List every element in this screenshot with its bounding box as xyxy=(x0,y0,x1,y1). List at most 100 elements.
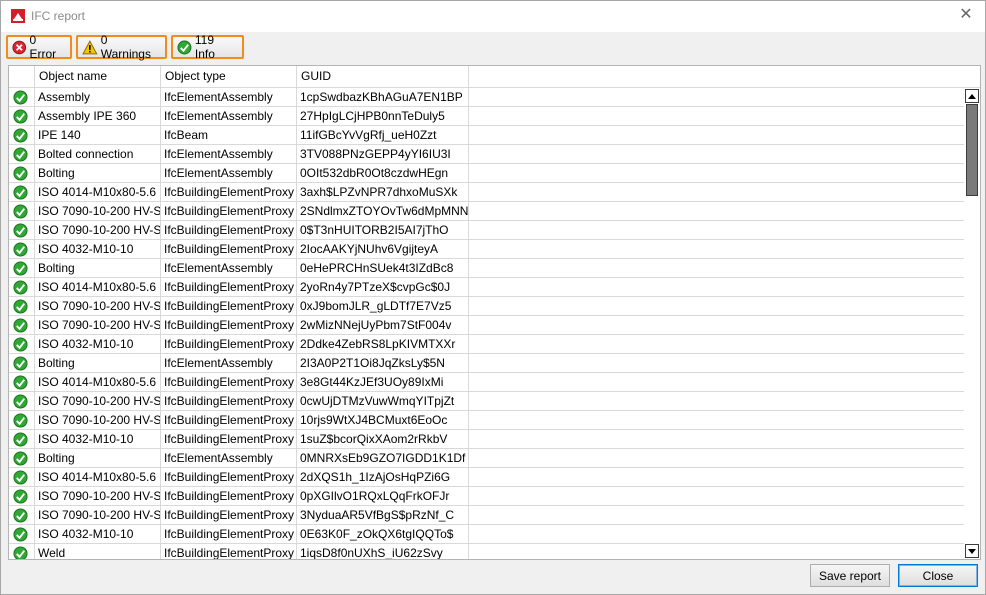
table-row[interactable]: ISO 4014-M10x80-5.6 IfcBuildingElementPro… xyxy=(9,468,964,487)
row-status-cell xyxy=(9,373,35,391)
table-row[interactable]: ISO 4014-M10x80-5.6 IfcBuildingElementPro… xyxy=(9,373,964,392)
row-status-cell xyxy=(9,506,35,524)
guid-cell: 0xJ9bomJLR_gLDTf7E7Vz5 xyxy=(297,297,469,315)
table-row[interactable]: ISO 4032-M10-10 IfcBuildingElementProxy 2I… xyxy=(9,240,964,259)
info-check-icon xyxy=(13,394,28,409)
table-row[interactable]: ISO 4032-M10-10 IfcBuildingElementProxy 1s… xyxy=(9,430,964,449)
guid-cell: 1cpSwdbazKBhAGuA7EN1BP xyxy=(297,88,469,106)
object-type-cell: IfcBuildingElementProxy xyxy=(161,525,297,543)
object-type-cell: IfcBuildingElementProxy xyxy=(161,278,297,296)
info-check-icon xyxy=(13,185,28,200)
object-name-cell: ISO 4014-M10x80-5.6 xyxy=(35,278,161,296)
scroll-down-button[interactable] xyxy=(965,544,979,558)
table-row[interactable]: Assembly IPE 360 IfcElementAssembly 27HpIg… xyxy=(9,107,964,126)
guid-cell: 0eHePRCHnSUek4t3IZdBc8 xyxy=(297,259,469,277)
table-row[interactable]: Bolting IfcElementAssembly 0OIt532dbR0Ot8c… xyxy=(9,164,964,183)
object-name-cell: Assembly xyxy=(35,88,161,106)
object-type-cell: IfcBuildingElementProxy xyxy=(161,544,297,559)
column-header-object-type[interactable]: Object type xyxy=(161,66,297,87)
table-row[interactable]: ISO 7090-10-200 HV-St IfcBuildingElementP… xyxy=(9,316,964,335)
object-name-cell: Assembly IPE 360 xyxy=(35,107,161,125)
table-row[interactable]: Bolting IfcElementAssembly 0eHePRCHnSUek4t… xyxy=(9,259,964,278)
row-status-cell xyxy=(9,221,35,239)
object-type-cell: IfcElementAssembly xyxy=(161,88,297,106)
filter-toolbar: 0 Error 0 Warnings 119 Info xyxy=(1,32,985,62)
info-filter-button[interactable]: 119 Info xyxy=(171,33,244,61)
guid-cell: 2Ddke4ZebRS8LpKIVMTXXr xyxy=(297,335,469,353)
info-check-icon xyxy=(13,147,28,162)
table-row[interactable]: ISO 7090-10-200 HV-St IfcBuildingElementP… xyxy=(9,221,964,240)
info-check-icon xyxy=(13,546,28,559)
row-status-cell xyxy=(9,487,35,505)
table-row[interactable]: Weld IfcBuildingElementProxy 1iqsD8f0nUXhS… xyxy=(9,544,964,559)
object-type-cell: IfcBuildingElementProxy xyxy=(161,316,297,334)
object-type-cell: IfcBuildingElementProxy xyxy=(161,221,297,239)
warnings-filter-button[interactable]: 0 Warnings xyxy=(76,33,167,61)
row-status-cell xyxy=(9,126,35,144)
guid-cell: 0$T3nHUITORB2I5AI7jThO xyxy=(297,221,469,239)
table-row[interactable]: ISO 7090-10-200 HV-St IfcBuildingElementP… xyxy=(9,487,964,506)
close-button[interactable]: Close xyxy=(898,564,978,587)
object-type-cell: IfcBuildingElementProxy xyxy=(161,392,297,410)
table-row[interactable]: ISO 7090-10-200 HV-St IfcBuildingElementP… xyxy=(9,411,964,430)
row-status-cell xyxy=(9,202,35,220)
guid-cell: 1suZ$bcorQixXAom2rRkbV xyxy=(297,430,469,448)
table-row[interactable]: Bolted connection IfcElementAssembly 3TV08… xyxy=(9,145,964,164)
guid-cell: 2yoRn4y7PTzeX$cvpGc$0J xyxy=(297,278,469,296)
info-filter-label: 119 Info xyxy=(194,33,215,61)
save-report-button[interactable]: Save report xyxy=(810,564,890,587)
object-name-cell: ISO 7090-10-200 HV-St xyxy=(35,297,161,315)
object-type-cell: IfcBuildingElementProxy xyxy=(161,335,297,353)
table-row[interactable]: Bolting IfcElementAssembly 2I3A0P2T1Oi8JqZ… xyxy=(9,354,964,373)
scroll-up-button[interactable] xyxy=(965,89,979,103)
object-name-cell: Bolting xyxy=(35,259,161,277)
row-status-cell xyxy=(9,544,35,559)
table-row[interactable]: ISO 4032-M10-10 IfcBuildingElementProxy 2D… xyxy=(9,335,964,354)
table-row[interactable]: ISO 4032-M10-10 IfcBuildingElementProxy 0E… xyxy=(9,525,964,544)
table-row[interactable]: ISO 4014-M10x80-5.6 IfcBuildingElementPro… xyxy=(9,278,964,297)
column-header-object-name[interactable]: Object name xyxy=(35,66,161,87)
info-check-icon xyxy=(13,261,28,276)
info-check-icon xyxy=(13,166,28,181)
row-status-cell xyxy=(9,354,35,372)
object-name-cell: ISO 4032-M10-10 xyxy=(35,335,161,353)
table-row[interactable]: Assembly IfcElementAssembly 1cpSwdbazKBhAG… xyxy=(9,88,964,107)
object-name-cell: ISO 4032-M10-10 xyxy=(35,240,161,258)
object-name-cell: Bolting xyxy=(35,354,161,372)
table-row[interactable]: ISO 4014-M10x80-5.6 IfcBuildingElementPro… xyxy=(9,183,964,202)
object-type-cell: IfcElementAssembly xyxy=(161,145,297,163)
vertical-scrollbar[interactable] xyxy=(964,88,980,559)
info-check-icon xyxy=(13,375,28,390)
close-window-icon[interactable]: ✕ xyxy=(957,6,975,24)
row-status-cell xyxy=(9,145,35,163)
table-row[interactable]: ISO 7090-10-200 HV-St IfcBuildingElementP… xyxy=(9,392,964,411)
guid-cell: 0cwUjDTMzVuwWmqYITpjZt xyxy=(297,392,469,410)
warning-icon xyxy=(82,39,98,54)
column-header-guid[interactable]: GUID xyxy=(297,66,469,87)
table-row[interactable]: IPE 140 IfcBeam 11ifGBcYvVgRfj_ueH0Zzt xyxy=(9,126,964,145)
object-type-cell: IfcBuildingElementProxy xyxy=(161,297,297,315)
info-check-icon xyxy=(13,527,28,542)
row-status-cell xyxy=(9,392,35,410)
info-check-icon xyxy=(13,432,28,447)
window-title: IFC report xyxy=(31,9,86,23)
info-check-icon xyxy=(13,356,28,371)
table-row[interactable]: Bolting IfcElementAssembly 0MNRXsEb9GZO7IG… xyxy=(9,449,964,468)
object-name-cell: ISO 7090-10-200 HV-St xyxy=(35,202,161,220)
object-name-cell: ISO 4014-M10x80-5.6 xyxy=(35,373,161,391)
object-name-cell: ISO 7090-10-200 HV-St xyxy=(35,316,161,334)
guid-cell: 1iqsD8f0nUXhS_iU62zSvy xyxy=(297,544,469,559)
warnings-filter-label: 0 Warnings xyxy=(100,33,151,61)
error-icon xyxy=(12,40,27,54)
table-row[interactable]: ISO 7090-10-200 HV-St IfcBuildingElementP… xyxy=(9,202,964,221)
table-row[interactable]: ISO 7090-10-200 HV-St IfcBuildingElementP… xyxy=(9,297,964,316)
object-name-cell: ISO 7090-10-200 HV-St xyxy=(35,221,161,239)
error-filter-button[interactable]: 0 Error xyxy=(6,33,72,61)
object-name-cell: IPE 140 xyxy=(35,126,161,144)
table-row[interactable]: ISO 7090-10-200 HV-St IfcBuildingElementP… xyxy=(9,506,964,525)
scrollbar-thumb[interactable] xyxy=(966,104,978,196)
guid-cell: 3axh$LPZvNPR7dhxoMuSXk xyxy=(297,183,469,201)
object-name-cell: ISO 4014-M10x80-5.6 xyxy=(35,183,161,201)
row-status-cell xyxy=(9,335,35,353)
row-status-cell xyxy=(9,468,35,486)
